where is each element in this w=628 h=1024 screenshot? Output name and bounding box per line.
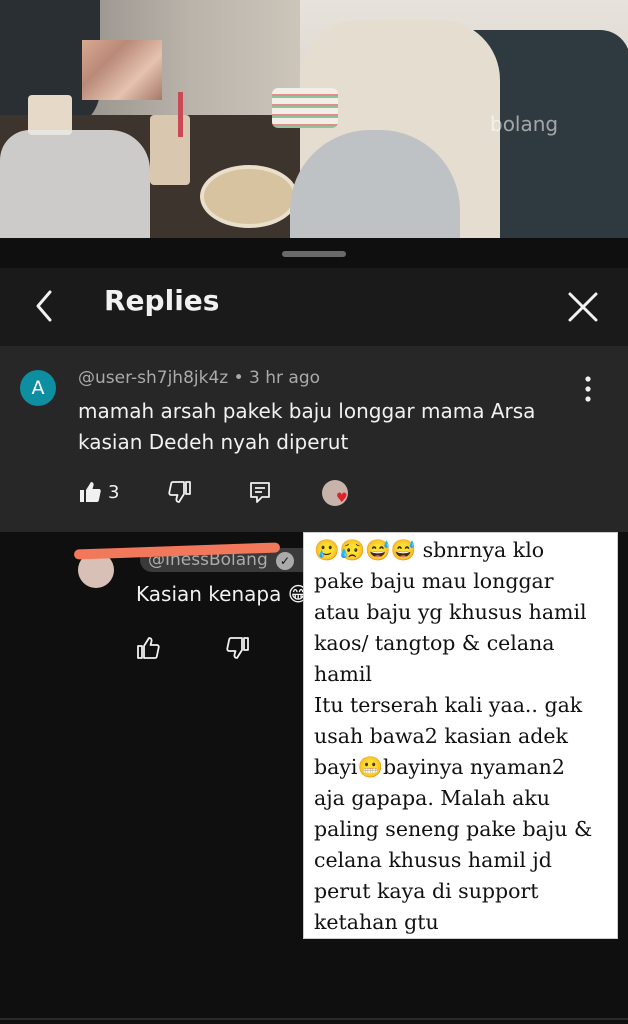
comment-text-line: kasian Dedeh nyah diperut <box>78 430 349 454</box>
video-straw <box>178 92 183 137</box>
verified-check-icon: ✓ <box>276 552 294 570</box>
divider <box>0 1018 628 1020</box>
comment-author-meta[interactable]: @user-sh7jh8jk4z • 3 hr ago <box>78 368 320 388</box>
text-overlay-note: 🥲😥😅😅 sbnrnya klo pake baju mau longgar a… <box>303 532 618 939</box>
reply-text: Kasian kenapa 😁 <box>136 582 309 606</box>
video-plastic-bag <box>0 130 150 238</box>
video-bowl <box>200 165 298 228</box>
reply-icon[interactable] <box>248 480 272 508</box>
video-player[interactable]: bolang <box>0 0 628 238</box>
chevron-left-icon[interactable] <box>28 288 64 324</box>
avatar[interactable]: A <box>20 370 56 406</box>
comment-actions: 3 ♥ <box>0 474 628 514</box>
creator-heart-icon: ♥ <box>322 480 348 506</box>
page-title: Replies <box>104 284 220 317</box>
like-count: 3 <box>108 482 120 503</box>
video-cup <box>28 95 72 135</box>
video-pouch <box>272 88 338 128</box>
more-options-icon[interactable] <box>578 374 598 404</box>
video-watermark: bolang <box>490 112 559 136</box>
video-boba-cup <box>150 115 190 185</box>
thumbs-up-icon[interactable] <box>136 636 160 664</box>
thumbs-down-icon[interactable] <box>168 480 192 508</box>
comment-text-line: mamah arsah pakek baju longgar mama Arsa <box>78 399 536 423</box>
replies-header: Replies <box>0 268 628 346</box>
close-icon[interactable] <box>564 288 602 326</box>
thumbs-down-icon[interactable] <box>226 636 250 664</box>
note-text: 🥲😥😅😅 sbnrnya klo pake baju mau longgar a… <box>314 538 593 934</box>
thumbs-up-icon[interactable] <box>78 480 102 508</box>
parent-comment: A @user-sh7jh8jk4z • 3 hr ago mamah arsa… <box>0 346 628 532</box>
video-blurred-face <box>82 40 162 100</box>
comment-text: mamah arsah pakek baju longgar mama Arsa… <box>78 396 548 458</box>
drag-handle[interactable] <box>282 251 346 257</box>
